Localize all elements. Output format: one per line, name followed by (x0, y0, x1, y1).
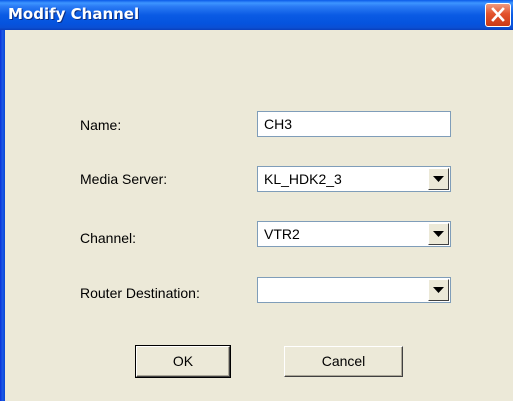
dialog-body (0, 30, 513, 401)
channel-label: Channel: (80, 230, 137, 246)
media-server-dropdown-button[interactable] (428, 168, 449, 190)
channel-select[interactable]: VTR2 (257, 221, 451, 247)
media-server-value: KL_HDK2_3 (264, 171, 342, 187)
window-frame-left (0, 30, 5, 401)
media-server-select[interactable]: KL_HDK2_3 (257, 166, 451, 192)
name-field[interactable]: CH3 (257, 111, 451, 137)
channel-dropdown-button[interactable] (428, 223, 449, 245)
chevron-down-icon (433, 287, 444, 293)
title-bar[interactable]: Modify Channel (0, 0, 513, 30)
router-destination-dropdown-button[interactable] (428, 279, 449, 301)
media-server-label: Media Server: (80, 171, 168, 187)
chevron-down-icon (433, 231, 444, 237)
cancel-button[interactable]: Cancel (284, 346, 403, 377)
router-destination-select[interactable] (257, 277, 451, 303)
name-label: Name: (80, 117, 122, 133)
chevron-down-icon (433, 176, 444, 182)
ok-button[interactable]: OK (135, 345, 231, 378)
modify-channel-dialog: Modify Channel Name: CH3 Media Server: K… (0, 0, 513, 401)
close-button[interactable] (485, 3, 511, 27)
router-destination-label: Router Destination: (80, 285, 200, 301)
channel-value: VTR2 (264, 226, 300, 242)
close-icon (491, 7, 505, 22)
window-title: Modify Channel (8, 5, 140, 23)
